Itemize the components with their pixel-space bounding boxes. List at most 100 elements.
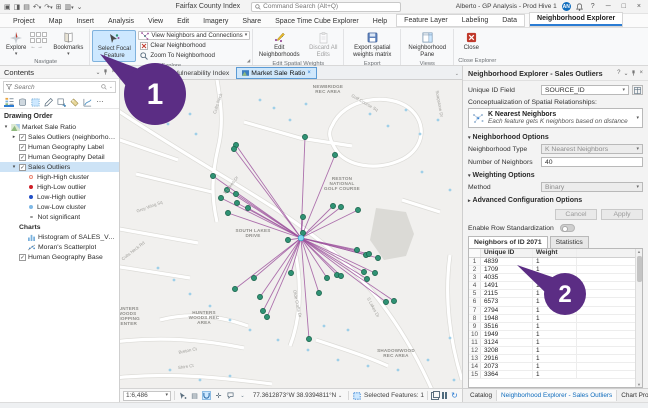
tab-insert[interactable]: Insert — [69, 16, 101, 27]
column-unique-id[interactable]: Unique ID — [481, 249, 533, 257]
table-row[interactable]: 148391 — [469, 258, 635, 266]
tree-item-human-geography-detail[interactable]: ✓Human Geography Detail — [0, 152, 119, 162]
table-row[interactable]: 1131241 — [469, 339, 635, 347]
bookmarks-button[interactable]: Bookmarks ▾ — [49, 30, 87, 58]
scroll-thumb[interactable] — [637, 256, 642, 282]
maximize-button[interactable]: □ — [619, 3, 629, 10]
contents-search-input[interactable] — [14, 84, 99, 91]
tab-list-chevron-icon[interactable]: ⌄ — [455, 71, 459, 77]
tree-item-not-significant[interactable]: Not significant — [0, 212, 119, 222]
tab-project[interactable]: Project — [6, 16, 42, 27]
tab-help[interactable]: Help — [366, 16, 394, 27]
open-project-icon[interactable]: ▤ — [23, 3, 30, 11]
scroll-down-icon[interactable]: ▼ — [637, 382, 641, 387]
table-row[interactable]: 1533641 — [469, 371, 635, 379]
command-search-input[interactable] — [263, 3, 397, 10]
list-by-labeling-icon[interactable] — [69, 97, 79, 107]
layer-checkbox[interactable]: ✓ — [19, 164, 26, 171]
unique-id-field-combo[interactable]: SOURCE_ID ▾ — [541, 85, 629, 95]
list-by-editing-icon[interactable] — [43, 97, 53, 107]
map-canvas[interactable]: NEWBRIDGEREC AREARESTONNATIONALGOLF COUR… — [120, 80, 462, 388]
table-row[interactable]: 819481 — [469, 315, 635, 323]
neighborhood-pane-button[interactable]: Neighborhood Pane — [403, 30, 451, 60]
view-neighbors-dropdown[interactable]: View Neighbors and Connections ▾ — [138, 31, 250, 40]
tab-statistics[interactable]: Statistics — [550, 236, 589, 248]
layout-icon[interactable]: ▥▾ — [65, 3, 74, 11]
select-features-tool-icon[interactable] — [178, 391, 187, 400]
chevron-down-icon[interactable]: ⌄ — [238, 391, 247, 400]
clear-neighborhood-button[interactable]: Clear Neighborhood — [138, 41, 250, 50]
layer-checkbox[interactable]: ✓ — [19, 134, 26, 141]
more-options-icon[interactable]: ⋯ — [95, 97, 105, 107]
refresh-icon[interactable]: ↻ — [450, 391, 459, 400]
close-window-button[interactable]: × — [634, 3, 644, 10]
scroll-up-icon[interactable]: ▲ — [637, 249, 641, 254]
zoom-to-neighborhood-button[interactable]: Zoom To Neighborhood — [138, 51, 250, 60]
pin-icon[interactable] — [631, 70, 636, 76]
tree-item-charts[interactable]: Charts — [0, 222, 119, 232]
section-neighborhood-options[interactable]: ▾Neighborhood Options — [468, 134, 643, 141]
tree-item-high-low-outlier[interactable]: High-Low outlier — [0, 182, 119, 192]
tab-neighborhood-explorer[interactable]: Neighborhood Explorer — [530, 13, 622, 26]
tab-feature-layer[interactable]: Feature Layer — [397, 15, 455, 26]
tab-map[interactable]: Map — [42, 16, 70, 27]
select-focal-feature-button[interactable]: Select Focal Feature — [92, 30, 136, 62]
back-forward-arrows[interactable]: ← → — [30, 44, 47, 50]
basemap-grid-icon[interactable]: ▤ — [190, 391, 199, 400]
cancel-button[interactable]: Cancel — [555, 209, 597, 220]
table-row[interactable]: 727941 — [469, 307, 635, 315]
table-row[interactable]: 521151 — [469, 290, 635, 298]
snapping-toggle-icon[interactable] — [202, 391, 211, 400]
nav-mini-controls[interactable]: ← → — [30, 30, 47, 50]
tree-item-high-high-cluster[interactable]: High-High cluster — [0, 172, 119, 182]
list-by-data-source-icon[interactable] — [17, 97, 27, 107]
expander-icon[interactable]: ▾ — [11, 164, 17, 170]
row-standardization-toggle[interactable] — [560, 224, 575, 232]
switch-field-button[interactable] — [632, 85, 643, 95]
open-table-icon[interactable] — [431, 392, 439, 400]
list-by-charts-icon[interactable] — [82, 97, 92, 107]
qat-customize-icon[interactable]: ⌄ — [77, 3, 83, 11]
tree-item-low-low-cluster[interactable]: Low-Low cluster — [0, 202, 119, 212]
apply-button[interactable]: Apply — [601, 209, 643, 220]
map-coordinates[interactable]: 77.3612873°W 38.9394811°N ⌄ — [250, 392, 345, 399]
signed-in-user[interactable]: Alberto - GP Analysis - Prod Hive 1 — [456, 3, 557, 10]
tree-item-moran-s-scatterplot[interactable]: Moran's Scatterplot — [0, 242, 119, 252]
pin-icon[interactable] — [103, 69, 108, 75]
close-tab-icon[interactable]: × — [307, 70, 311, 76]
view-tab-market-sale-ratio[interactable]: Market Sale Ratio× — [236, 67, 317, 79]
expander-icon[interactable]: ▾ — [3, 124, 9, 130]
table-row[interactable]: 1329161 — [469, 355, 635, 363]
list-by-selection-icon[interactable] — [30, 97, 40, 107]
bottom-tab-neighborhood-explorer-sales-outliers[interactable]: Neighborhood Explorer - Sales Outliers — [497, 390, 617, 401]
tab-view[interactable]: View — [141, 16, 170, 27]
crosshair-icon[interactable]: ✛ — [214, 391, 223, 400]
add-data-icon[interactable]: ⊞ — [56, 3, 62, 11]
minimize-button[interactable]: ─ — [603, 3, 614, 10]
pane-menu-chevron-icon[interactable]: ⌄ — [623, 70, 628, 77]
bottom-tab-catalog[interactable]: Catalog — [466, 390, 497, 401]
save-icon[interactable]: ◨ — [14, 3, 21, 11]
redo-icon[interactable]: ↷▾ — [44, 3, 52, 11]
tree-item-market-sale-ratio[interactable]: ▾Market Sale Ratio — [0, 122, 119, 132]
undo-icon[interactable]: ↶▾ — [33, 3, 41, 11]
tree-item-sales-outliers-neighborhood[interactable]: ▸✓Sales Outliers (neighborhood) — [0, 132, 119, 142]
tab-space-time-cube-explorer[interactable]: Space Time Cube Explorer — [268, 16, 366, 27]
table-row[interactable]: 340351 — [469, 274, 635, 282]
table-row[interactable]: 665731 — [469, 298, 635, 306]
table-row[interactable]: 1420731 — [469, 363, 635, 371]
explore-button[interactable]: Explore ▾ — [4, 30, 28, 58]
tab-analysis[interactable]: Analysis — [101, 16, 141, 27]
command-search[interactable] — [251, 2, 401, 12]
tree-item-human-geography-label[interactable]: ✓Human Geography Label — [0, 142, 119, 152]
help-icon[interactable]: ? — [588, 3, 598, 10]
tab-share[interactable]: Share — [235, 16, 268, 27]
tab-imagery[interactable]: Imagery — [196, 16, 235, 27]
table-row[interactable]: 217091 — [469, 266, 635, 274]
layer-checkbox[interactable]: ✓ — [19, 154, 26, 161]
conceptualization-combo[interactable]: K Nearest Neighbors Each feature gets K … — [468, 108, 643, 128]
list-by-snapping-icon[interactable] — [56, 97, 66, 107]
feedback-icon[interactable] — [226, 391, 235, 400]
close-explorer-button[interactable]: Close — [456, 30, 486, 53]
export-spatial-weights-button[interactable]: Export spatial weights matrix — [346, 30, 398, 60]
